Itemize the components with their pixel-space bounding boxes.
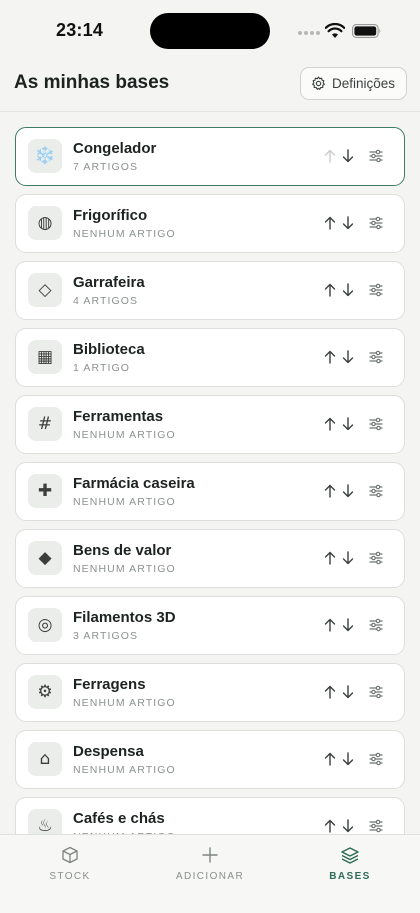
base-name: Congelador	[73, 140, 157, 157]
base-name: Frigorífico	[73, 207, 148, 224]
sliders-settings-icon[interactable]	[369, 752, 383, 766]
base-card[interactable]: ❄️ Congelador 7 ARTIGOS	[15, 127, 405, 186]
base-item-count: NENHUM ARTIGO	[73, 563, 176, 575]
sliders-settings-icon[interactable]	[369, 216, 383, 230]
move-up-arrow-icon[interactable]	[323, 416, 337, 432]
move-down-arrow-icon[interactable]	[341, 148, 355, 164]
box-icon	[62, 846, 78, 864]
move-up-arrow-icon[interactable]	[323, 148, 337, 164]
move-up-arrow-icon[interactable]	[323, 349, 337, 365]
bases-list: ❄️ Congelador 7 ARTIGOS ◍ Frigorífico NE…	[15, 127, 405, 864]
dynamic-island	[150, 13, 270, 49]
sliders-settings-icon[interactable]	[369, 350, 383, 364]
move-down-arrow-icon[interactable]	[341, 282, 355, 298]
snowflake-icon: ❄️	[28, 139, 62, 173]
sliders-settings-icon[interactable]	[369, 484, 383, 498]
square-icon: ▦	[28, 340, 62, 374]
move-down-arrow-icon[interactable]	[341, 818, 355, 834]
base-card[interactable]: ◇ Garrafeira 4 ARTIGOS	[15, 261, 405, 320]
gear-icon: ⚙	[28, 675, 62, 709]
layers-icon	[341, 847, 359, 864]
diamond-outline-icon: ◇	[28, 273, 62, 307]
move-down-arrow-icon[interactable]	[341, 416, 355, 432]
base-card[interactable]: ◎ Filamentos 3D 3 ARTIGOS	[15, 596, 405, 655]
page-title: As minhas bases	[14, 72, 170, 93]
sliders-settings-icon[interactable]	[369, 149, 383, 163]
move-down-arrow-icon[interactable]	[341, 751, 355, 767]
move-down-arrow-icon[interactable]	[341, 215, 355, 231]
base-card[interactable]: ⚙ Ferragens NENHUM ARTIGO	[15, 663, 405, 722]
battery-icon	[352, 24, 381, 38]
move-down-arrow-icon[interactable]	[341, 617, 355, 633]
spool-icon: ◎	[28, 608, 62, 642]
plus-icon	[202, 847, 218, 863]
nav-item-add[interactable]: ADICIONAR	[160, 845, 260, 882]
cross-icon: ✚	[28, 474, 62, 508]
base-card[interactable]: ◍ Frigorífico NENHUM ARTIGO	[15, 194, 405, 253]
move-up-arrow-icon[interactable]	[323, 215, 337, 231]
base-item-count: 4 ARTIGOS	[73, 295, 139, 307]
base-name: Ferragens	[73, 676, 146, 693]
house-icon: ⌂	[28, 742, 62, 776]
settings-button[interactable]: Definições	[299, 67, 407, 100]
status-time: 23:14	[56, 20, 104, 40]
base-name: Biblioteca	[73, 341, 145, 358]
nav-item-bases[interactable]: BASES	[300, 845, 400, 882]
base-item-count: NENHUM ARTIGO	[73, 697, 176, 709]
screen: 23:14 As minhas bases Definições ❄️ Cong…	[0, 0, 420, 913]
bottom-nav: STOCK ADICIONAR BASES	[0, 834, 420, 913]
sliders-settings-icon[interactable]	[369, 551, 383, 565]
move-down-arrow-icon[interactable]	[341, 349, 355, 365]
nav-label-bases: BASES	[329, 871, 371, 882]
nav-label-stock: STOCK	[49, 871, 91, 882]
gear-icon	[312, 76, 325, 90]
nav-item-stock[interactable]: STOCK	[20, 845, 120, 882]
cellular-signal-icon	[298, 31, 320, 35]
move-down-arrow-icon[interactable]	[341, 483, 355, 499]
move-up-arrow-icon[interactable]	[323, 684, 337, 700]
base-item-count: NENHUM ARTIGO	[73, 496, 176, 508]
sliders-settings-icon[interactable]	[369, 283, 383, 297]
base-card[interactable]: # Ferramentas NENHUM ARTIGO	[15, 395, 405, 454]
base-item-count: 3 ARTIGOS	[73, 630, 139, 642]
sliders-settings-icon[interactable]	[369, 618, 383, 632]
sliders-settings-icon[interactable]	[369, 417, 383, 431]
sliders-settings-icon[interactable]	[369, 819, 383, 833]
nav-label-add: ADICIONAR	[175, 871, 245, 882]
base-item-count: 1 ARTIGO	[73, 362, 131, 374]
move-up-arrow-icon[interactable]	[323, 818, 337, 834]
base-card[interactable]: ✚ Farmácia caseira NENHUM ARTIGO	[15, 462, 405, 521]
base-name: Ferramentas	[73, 408, 164, 425]
move-up-arrow-icon[interactable]	[323, 751, 337, 767]
move-up-arrow-icon[interactable]	[323, 282, 337, 298]
sliders-settings-icon[interactable]	[369, 685, 383, 699]
base-card[interactable]: ⌂ Despensa NENHUM ARTIGO	[15, 730, 405, 789]
page-header: As minhas bases Definições	[0, 58, 420, 112]
wifi-icon	[325, 23, 345, 38]
hash-icon: #	[28, 407, 62, 441]
base-name: Garrafeira	[73, 274, 145, 291]
base-card[interactable]: ◆ Bens de valor NENHUM ARTIGO	[15, 529, 405, 588]
base-item-count: NENHUM ARTIGO	[73, 429, 176, 441]
diamond-filled-icon: ◆	[28, 541, 62, 575]
settings-button-label: Definições	[331, 76, 395, 91]
move-down-arrow-icon[interactable]	[341, 550, 355, 566]
base-name: Cafés e chás	[73, 810, 165, 827]
base-item-count: 7 ARTIGOS	[73, 161, 139, 173]
fridge-icon: ◍	[28, 206, 62, 240]
move-down-arrow-icon[interactable]	[341, 684, 355, 700]
base-item-count: NENHUM ARTIGO	[73, 764, 176, 776]
status-bar: 23:14	[0, 0, 420, 58]
move-up-arrow-icon[interactable]	[323, 617, 337, 633]
base-item-count: NENHUM ARTIGO	[73, 228, 176, 240]
move-up-arrow-icon[interactable]	[323, 483, 337, 499]
move-up-arrow-icon[interactable]	[323, 550, 337, 566]
base-name: Despensa	[73, 743, 144, 760]
base-name: Filamentos 3D	[73, 609, 176, 626]
base-name: Bens de valor	[73, 542, 172, 559]
base-card[interactable]: ▦ Biblioteca 1 ARTIGO	[15, 328, 405, 387]
base-name: Farmácia caseira	[73, 475, 195, 492]
